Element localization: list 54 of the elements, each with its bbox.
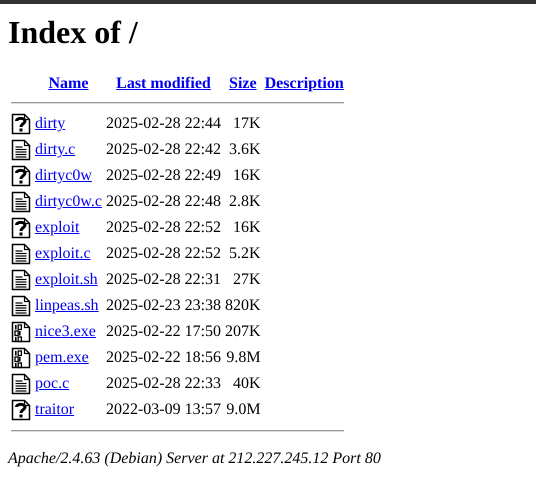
text-file-icon xyxy=(11,295,31,317)
column-sort-link[interactable]: Last modified xyxy=(116,75,211,92)
column-sort-link[interactable]: Size xyxy=(229,75,257,92)
page-title: Index of / xyxy=(8,14,139,51)
file-size: 16K xyxy=(233,167,261,184)
file-link[interactable]: exploit xyxy=(35,219,80,236)
modified-date: 2025-02-28 22:42 xyxy=(106,141,222,158)
unknown-file-icon xyxy=(11,113,31,135)
file-link[interactable]: exploit.c xyxy=(35,245,91,262)
file-size: 16K xyxy=(233,219,261,236)
file-size: 820K xyxy=(225,297,261,314)
modified-date: 2025-02-28 22:44 xyxy=(106,115,222,132)
text-file-icon xyxy=(11,373,31,395)
file-link[interactable]: dirtyc0w.c xyxy=(35,193,102,210)
file-size: 2.8K xyxy=(229,193,261,210)
text-file-icon xyxy=(11,269,31,291)
file-link[interactable]: dirty xyxy=(35,115,66,132)
unknown-file-icon xyxy=(11,399,31,421)
server-signature: Apache/2.4.63 (Debian) Server at 212.227.245.12 Port 80 xyxy=(8,450,382,468)
unknown-file-icon xyxy=(11,165,31,187)
file-link[interactable]: pem.exe xyxy=(35,349,89,366)
file-link[interactable]: dirtyc0w xyxy=(35,167,92,184)
file-link[interactable]: exploit.sh xyxy=(35,271,98,288)
text-file-icon xyxy=(11,139,31,161)
file-link[interactable]: traitor xyxy=(35,401,74,418)
file-link[interactable]: linpeas.sh xyxy=(35,297,99,314)
modified-date: 2025-02-28 22:52 xyxy=(106,219,222,236)
file-size: 5.2K xyxy=(229,245,261,262)
modified-date: 2022-03-09 13:57 xyxy=(106,401,222,418)
file-link[interactable]: dirty.c xyxy=(35,141,76,158)
modified-date: 2025-02-28 22:33 xyxy=(106,375,222,392)
column-sort-link[interactable]: Name xyxy=(48,75,88,92)
modified-date: 2025-02-28 22:31 xyxy=(106,271,222,288)
modified-date: 2025-02-23 23:38 xyxy=(106,297,222,314)
file-size: 40K xyxy=(233,375,261,392)
modified-date: 2025-02-22 17:50 xyxy=(106,323,222,340)
file-size: 27K xyxy=(233,271,261,288)
file-link[interactable]: nice3.exe xyxy=(35,323,96,340)
text-file-icon xyxy=(11,243,31,265)
file-size: 207K xyxy=(225,323,261,340)
file-size: 17K xyxy=(233,115,261,132)
file-link[interactable]: poc.c xyxy=(35,375,70,392)
file-size: 3.6K xyxy=(229,141,261,158)
binary-file-icon xyxy=(11,321,31,343)
column-sort-link[interactable]: Description xyxy=(264,75,344,92)
modified-date: 2025-02-28 22:49 xyxy=(106,167,222,184)
unknown-file-icon xyxy=(11,217,31,239)
modified-date: 2025-02-28 22:52 xyxy=(106,245,222,262)
text-file-icon xyxy=(11,191,31,213)
binary-file-icon xyxy=(11,347,31,369)
modified-date: 2025-02-28 22:48 xyxy=(106,193,222,210)
file-size: 9.8M xyxy=(226,349,261,366)
file-size: 9.0M xyxy=(226,401,261,418)
modified-date: 2025-02-22 18:56 xyxy=(106,349,222,366)
